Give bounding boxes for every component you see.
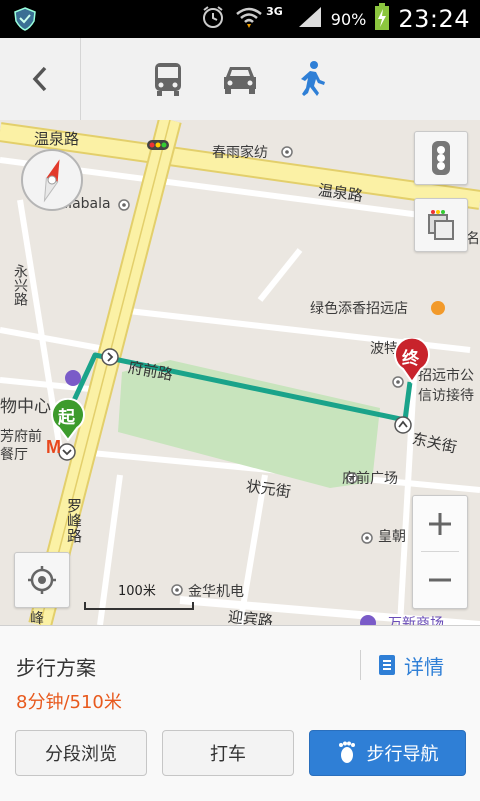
divider <box>360 650 361 680</box>
battery-charging-icon <box>374 3 390 35</box>
scale-bar <box>84 602 194 610</box>
poi-label: 府前广场 <box>342 471 398 487</box>
layers-button[interactable] <box>414 198 468 252</box>
route-turn-marker <box>394 416 412 434</box>
poi-label: 金华机电 <box>188 584 244 600</box>
bus-icon <box>155 63 181 96</box>
compass-icon <box>21 149 83 211</box>
traffic-toggle-button[interactable] <box>414 131 468 185</box>
car-icon <box>224 67 256 94</box>
back-button[interactable] <box>0 38 80 120</box>
poi-label: 信访接待 <box>418 388 474 404</box>
poi-label: 名 <box>466 231 480 247</box>
poi-label: 万新商场 <box>388 616 444 625</box>
taxi-label: 打车 <box>210 744 246 765</box>
walk-navigation-label: 步行导航 <box>366 744 439 765</box>
taxi-button[interactable]: 打车 <box>162 730 294 776</box>
app-shield-icon <box>12 6 38 36</box>
route-summary-panel: 步行方案 8分钟/510米 详情 分段浏览 打车 步行导航 <box>0 625 480 801</box>
start-marker-label: 起 <box>58 408 75 428</box>
scale-label: 100米 <box>118 584 156 599</box>
chevron-left-icon <box>32 66 47 92</box>
car-mode-button[interactable] <box>216 55 264 103</box>
map-scale: 100米 <box>84 580 194 610</box>
document-icon <box>379 655 395 675</box>
status-bar: 3G 90% 23:24 <box>0 0 480 38</box>
walk-icon <box>301 61 325 96</box>
poi-label: 皇朝 <box>378 529 406 545</box>
road-label: 温泉路 <box>34 130 80 148</box>
zoom-in-button[interactable] <box>413 496 467 551</box>
end-marker-label: 终 <box>402 349 419 369</box>
clock: 23:24 <box>398 5 470 33</box>
route-duration-distance: 8分钟/510米 <box>16 692 122 713</box>
traffic-light-icon <box>432 141 450 175</box>
network-type: 3G <box>266 4 283 18</box>
zoom-control <box>412 495 468 609</box>
route-turn-marker <box>58 443 76 461</box>
plus-icon <box>429 512 451 535</box>
route-turn-marker <box>101 348 119 366</box>
poi-label: 芳府前 <box>0 429 42 445</box>
walk-mode-button[interactable] <box>288 55 336 103</box>
location-target-icon <box>28 566 56 594</box>
poi-label: 餐厅 <box>0 447 28 463</box>
layers-icon <box>428 210 454 240</box>
minus-icon <box>429 578 451 581</box>
start-marker[interactable]: 起 <box>50 398 86 442</box>
locate-me-button[interactable] <box>14 552 70 608</box>
poi-label: 绿色添香招远店 <box>310 301 408 317</box>
segment-browse-button[interactable]: 分段浏览 <box>15 730 147 776</box>
compass-button[interactable] <box>20 148 84 212</box>
transport-mode-bar <box>0 38 480 121</box>
road-label: 罗峰路 <box>65 498 83 543</box>
zoom-out-button[interactable] <box>413 552 467 607</box>
route-plan-title: 步行方案 <box>16 656 96 680</box>
wifi-icon <box>234 4 264 34</box>
footprint-icon <box>338 741 355 763</box>
poi-label: 春雨家纺 <box>212 145 268 161</box>
walk-navigation-button[interactable]: 步行导航 <box>309 730 466 776</box>
divider <box>80 38 81 120</box>
segment-browse-label: 分段浏览 <box>45 744 117 765</box>
alarm-icon <box>200 4 226 34</box>
poi-label: 物中心 <box>0 397 51 417</box>
road-label: 永兴路 <box>12 264 28 306</box>
battery-percent: 90% <box>330 9 367 29</box>
bus-mode-button[interactable] <box>144 55 192 103</box>
map-view[interactable]: M 温泉路 春雨家纺 温泉路 Balabala 永兴路 绿色添香招远店 波特 招… <box>0 120 480 625</box>
details-button[interactable]: 详情 <box>378 650 444 680</box>
road-label: 峰 <box>30 611 44 625</box>
signal-icon <box>297 5 323 33</box>
details-label: 详情 <box>404 654 444 679</box>
end-marker[interactable]: 终 <box>393 338 431 384</box>
